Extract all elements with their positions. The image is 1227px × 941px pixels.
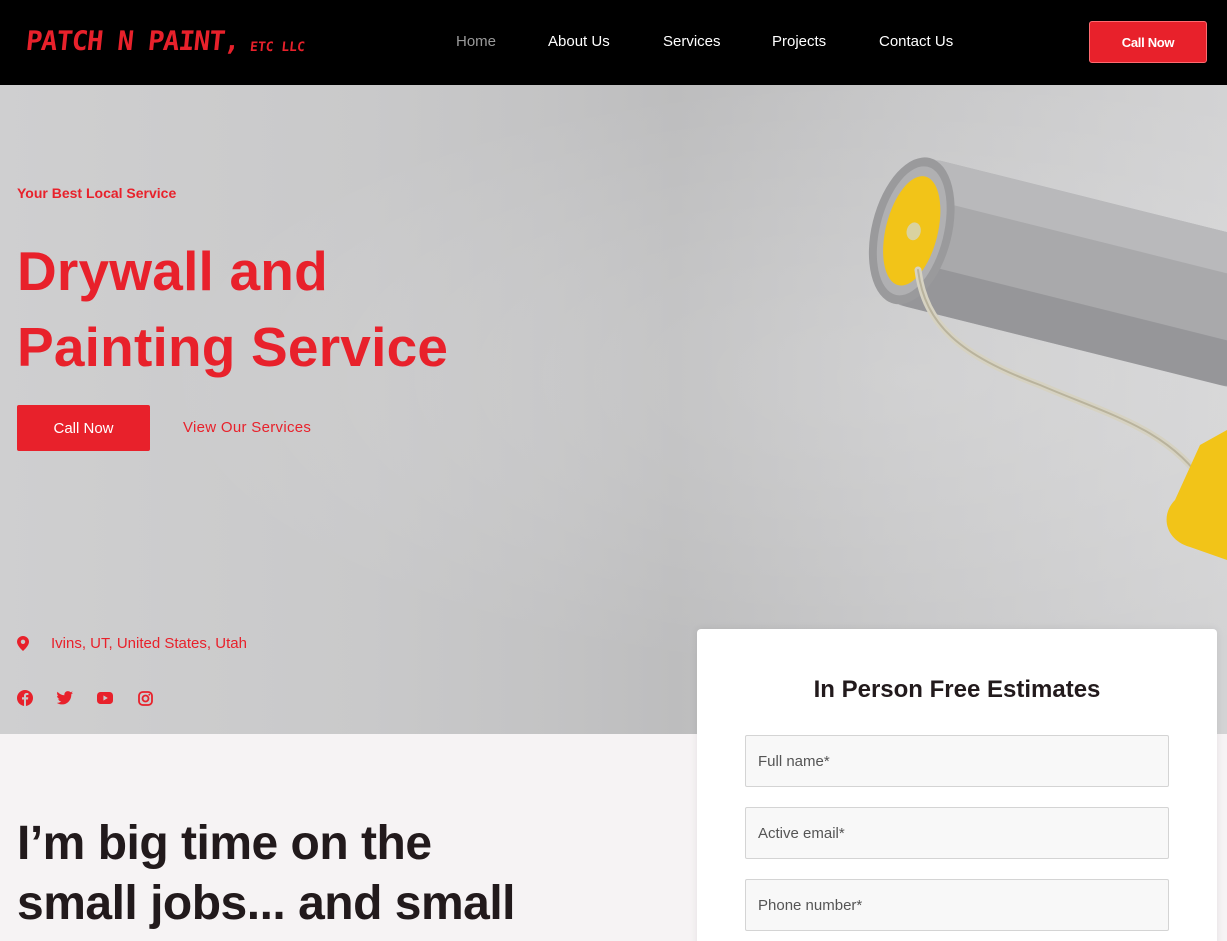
- hero-title-line-1: Drywall and: [17, 240, 328, 302]
- location-text: Ivins, UT, United States, Utah: [51, 635, 247, 652]
- twitter-icon[interactable]: [57, 690, 73, 706]
- social-links: [17, 690, 177, 706]
- intro-heading-line-1: I’m big time on the: [17, 817, 432, 870]
- location: Ivins, UT, United States, Utah: [17, 635, 247, 652]
- hero-title: Drywall and Painting Service: [17, 233, 448, 385]
- facebook-icon[interactable]: [17, 690, 33, 706]
- instagram-icon[interactable]: [137, 690, 153, 706]
- nav-projects[interactable]: Projects: [772, 33, 826, 50]
- phone-field[interactable]: [745, 879, 1169, 931]
- nav-contact-us[interactable]: Contact Us: [879, 33, 953, 50]
- hero-call-now-button[interactable]: Call Now: [17, 405, 150, 451]
- hero-tagline: Your Best Local Service: [17, 185, 177, 201]
- nav-home[interactable]: Home: [456, 33, 496, 50]
- intro-heading: I’m big time on the small jobs... and sm…: [17, 814, 516, 934]
- youtube-icon[interactable]: [97, 690, 113, 706]
- header-call-now-button[interactable]: Call Now: [1089, 21, 1207, 63]
- logo[interactable]: PATCH N PAINT, ETC LLC: [24, 26, 306, 57]
- estimate-form-title: In Person Free Estimates: [813, 676, 1101, 703]
- logo-main-text: PATCH N PAINT,: [24, 26, 242, 57]
- full-name-field[interactable]: [745, 735, 1169, 787]
- estimate-form-card: In Person Free Estimates: [697, 629, 1217, 941]
- nav-services[interactable]: Services: [663, 33, 721, 50]
- email-field[interactable]: [745, 807, 1169, 859]
- hero-title-line-2: Painting Service: [17, 316, 449, 378]
- view-services-link[interactable]: View Our Services: [183, 419, 311, 436]
- logo-sub-text: ETC LLC: [248, 40, 306, 55]
- map-pin-icon: [17, 636, 29, 651]
- intro-heading-line-2: small jobs... and small: [17, 877, 516, 930]
- site-header: PATCH N PAINT, ETC LLC Home About Us Ser…: [0, 0, 1227, 85]
- nav-about-us[interactable]: About Us: [548, 33, 610, 50]
